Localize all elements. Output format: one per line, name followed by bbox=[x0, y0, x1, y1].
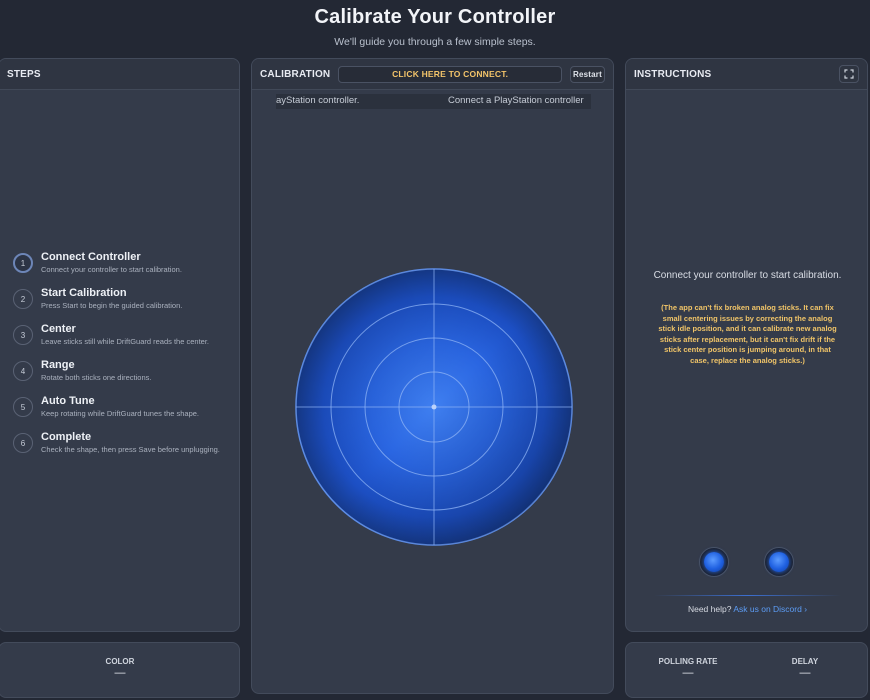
step-item: 6 Complete Check the shape, then press S… bbox=[13, 431, 233, 455]
color-label: COLOR bbox=[105, 657, 135, 666]
delay-label: DELAY bbox=[791, 657, 819, 666]
left-stick-indicator bbox=[699, 547, 729, 577]
instructions-text: Connect your controller to start calibra… bbox=[653, 270, 842, 281]
step-item: 1 Connect Controller Connect your contro… bbox=[13, 251, 233, 275]
step-number: 5 bbox=[13, 397, 33, 417]
step-description: Press Start to begin the guided calibrat… bbox=[41, 301, 183, 310]
step-title: Range bbox=[41, 359, 75, 371]
right-stick-dot bbox=[769, 552, 789, 572]
step-description: Connect your controller to start calibra… bbox=[41, 265, 182, 274]
step-title: Auto Tune bbox=[41, 395, 95, 407]
divider bbox=[654, 595, 841, 596]
step-description: Leave sticks still while DriftGuard read… bbox=[41, 337, 209, 346]
instructions-panel: INSTRUCTIONS Connect your controller to … bbox=[625, 58, 868, 632]
stats-panel: POLLING RATE — DELAY — bbox=[625, 642, 868, 698]
step-title: Connect Controller bbox=[41, 251, 141, 263]
status-ticker: ayStation controller. Connect a PlayStat… bbox=[276, 94, 591, 109]
color-value: — bbox=[114, 667, 126, 679]
step-title: Start Calibration bbox=[41, 287, 127, 299]
step-item: 5 Auto Tune Keep rotating while DriftGua… bbox=[13, 395, 233, 419]
calibration-panel: CALIBRATION CLICK HERE TO CONNECT. Resta… bbox=[251, 58, 614, 694]
step-number: 2 bbox=[13, 289, 33, 309]
step-number: 1 bbox=[13, 253, 33, 273]
step-number: 6 bbox=[13, 433, 33, 453]
instructions-warning-note: (The app can't fix broken analog sticks.… bbox=[658, 303, 837, 365]
step-title: Center bbox=[41, 323, 76, 335]
left-stick-dot bbox=[704, 552, 724, 572]
step-description: Check the shape, then press Save before … bbox=[41, 445, 220, 454]
step-title: Complete bbox=[41, 431, 92, 443]
discord-link[interactable]: Ask us on Discord › bbox=[733, 604, 807, 614]
calibration-header: CALIBRATION bbox=[260, 68, 331, 80]
page-title: Calibrate Your Controller bbox=[314, 6, 556, 28]
page-subtitle: We'll guide you through a few simple ste… bbox=[334, 36, 536, 48]
help-prefix: Need help? bbox=[687, 604, 732, 614]
restart-button[interactable]: Restart bbox=[569, 65, 605, 83]
delay-value: — bbox=[799, 667, 811, 679]
steps-header: STEPS bbox=[0, 59, 239, 90]
step-description: Rotate both sticks one directions. bbox=[41, 373, 152, 382]
expand-icon bbox=[844, 69, 854, 79]
right-stick-indicator bbox=[764, 547, 794, 577]
step-item: 4 Range Rotate both sticks one direction… bbox=[13, 359, 233, 383]
polling-rate-value: — bbox=[682, 667, 694, 679]
connect-button[interactable]: CLICK HERE TO CONNECT. bbox=[338, 65, 562, 83]
step-number: 3 bbox=[13, 325, 33, 345]
steps-list: 1 Connect Controller Connect your contro… bbox=[13, 251, 233, 467]
polling-rate-label: POLLING RATE bbox=[658, 657, 718, 666]
ticker-text-left: ayStation controller. bbox=[276, 95, 360, 106]
stick-radar-display bbox=[295, 268, 573, 546]
ticker-text-right: Connect a PlayStation controller bbox=[448, 95, 584, 106]
steps-panel: STEPS 1 Connect Controller Connect your … bbox=[0, 58, 240, 632]
step-description: Keep rotating while DriftGuard tunes the… bbox=[41, 409, 200, 418]
color-panel: COLOR — bbox=[0, 642, 240, 698]
help-line: Need help? Ask us on Discord › bbox=[626, 604, 867, 614]
step-number: 4 bbox=[13, 361, 33, 381]
step-item: 3 Center Leave sticks still while DriftG… bbox=[13, 323, 233, 347]
step-item: 2 Start Calibration Press Start to begin… bbox=[13, 287, 233, 311]
instructions-header: INSTRUCTIONS bbox=[626, 59, 867, 90]
expand-button[interactable] bbox=[839, 65, 859, 83]
